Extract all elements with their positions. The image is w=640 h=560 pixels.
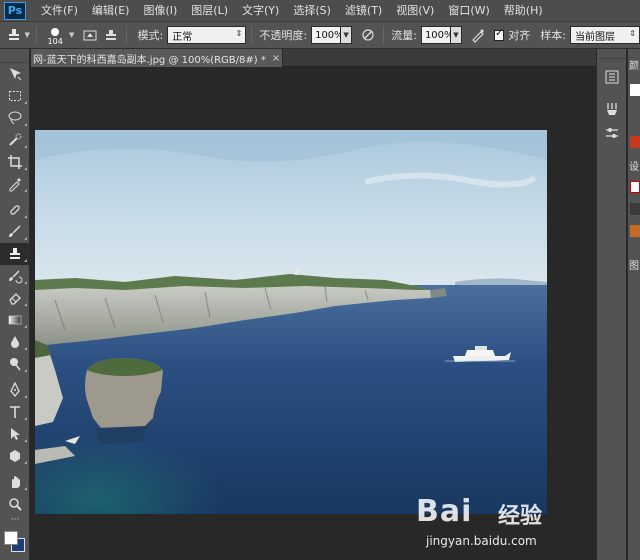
menu-image[interactable]: 图像(I) [136,0,184,22]
layers-panel-tab[interactable]: 图 [628,257,640,272]
menu-help[interactable]: 帮助(H) [497,0,550,22]
brush-size-picker[interactable]: 104 [42,24,68,46]
type-tool-icon[interactable] [0,401,30,423]
history-brush-tool-icon[interactable] [0,265,30,287]
mode-label: 模式: [137,29,164,42]
gradient-tool-icon[interactable] [0,309,30,331]
opacity-value: 100% [315,29,344,41]
baidu-jingyan-watermark: Bai 经验 jingyan.baidu.com [416,494,566,554]
mode-select[interactable]: 正常 ⇕ [167,26,247,44]
aligned-checkbox[interactable] [494,28,505,41]
document-tab-title: 网-蓝天下的科西嘉岛副本.jpg @ 100%(RGB/8#) * [33,54,266,66]
dodge-tool-icon[interactable] [0,353,30,375]
quick-selection-tool-icon[interactable] [0,129,30,151]
document-tab-bar: 网-蓝天下的科西嘉岛副本.jpg @ 100%(RGB/8#) * × [31,49,596,67]
flow-field[interactable]: 100% [420,26,454,44]
eraser-tool-icon[interactable] [0,287,30,309]
watermark-url: jingyan.baidu.com [426,534,537,548]
more-tools-icon[interactable]: ··· [0,515,30,525]
brush-dropdown-icon[interactable]: ▼ [69,31,74,39]
flow-value: 100% [424,29,454,41]
zoom-tool-icon[interactable] [0,493,30,515]
document-tab[interactable]: 网-蓝天下的科西嘉岛副本.jpg @ 100%(RGB/8#) * × [31,49,283,67]
shape-tool-icon[interactable] [0,445,30,467]
flow-slider-toggle-icon[interactable]: ▼ [450,26,462,44]
chevron-updown-icon: ⇕ [235,29,243,38]
brush-tool-icon[interactable] [0,221,30,243]
expanded-panel-dock-edge: 颜 设 图 [627,49,640,560]
photoshop-logo: Ps [4,1,26,20]
brush-size-value: 104 [47,37,63,46]
clone-source-panel-dock-icon[interactable] [597,121,627,145]
hand-tool-icon[interactable] [0,471,30,493]
separator [125,26,127,44]
menu-filter[interactable]: 滤镜(T) [338,0,389,22]
swatch-red[interactable] [630,136,640,148]
menu-view[interactable]: 视图(V) [389,0,441,22]
clone-stamp-preset-icon[interactable]: ▼ [4,25,31,45]
blur-tool-icon[interactable] [0,331,30,353]
swatch-orange[interactable] [630,225,640,237]
menu-file[interactable]: 文件(F) [34,0,85,22]
clone-source-panel-icon[interactable] [100,25,120,45]
opacity-slider-toggle-icon[interactable]: ▼ [341,26,353,44]
menu-layer[interactable]: 图层(L) [184,0,235,22]
brush-tip-icon [51,28,60,36]
separator [36,26,38,44]
menu-bar: Ps 文件(F) 编辑(E) 图像(I) 图层(L) 文字(Y) 选择(S) 滤… [0,0,640,22]
crop-tool-icon[interactable] [0,151,30,173]
swatch-white[interactable] [630,84,640,96]
flow-label: 流量: [391,29,417,42]
watermark-brand: Bai [416,494,473,529]
mode-value: 正常 [172,31,193,43]
menu-select[interactable]: 选择(S) [286,0,338,22]
separator [251,26,253,44]
close-tab-icon[interactable]: × [272,53,280,64]
color-swatches [0,529,30,559]
move-tool-icon[interactable] [0,63,30,85]
pen-tool-icon[interactable] [0,379,30,401]
menu-window[interactable]: 窗口(W) [441,0,496,22]
collapsed-panel-dock [596,49,626,560]
color-panel-tab[interactable]: 颜 [628,57,640,72]
adjustments-panel-tab[interactable]: 设 [628,158,640,173]
path-selection-tool-icon[interactable] [0,423,30,445]
aligned-label: 对齐 [508,29,531,42]
sample-value: 当前图层 [575,31,616,43]
history-panel-icon[interactable] [597,65,627,89]
chevron-updown-icon: ⇕ [629,29,636,38]
options-bar: ▼ 104 ▼ 模式: 正常 ⇕ 不透明度: 100% ▼ 流量: 100% ▼… [0,22,640,49]
foreground-color-swatch[interactable] [4,531,18,545]
healing-brush-tool-icon[interactable] [0,199,30,221]
document-area: 网-蓝天下的科西嘉岛副本.jpg @ 100%(RGB/8#) * × Bai … [31,49,596,560]
swatch-dark[interactable] [630,203,640,215]
eyedropper-tool-icon[interactable] [0,173,30,195]
sample-label: 样本: [540,29,567,42]
opacity-field[interactable]: 100% [311,26,344,44]
menu-type[interactable]: 文字(Y) [235,0,286,22]
toolbar-grip[interactable] [0,49,29,63]
watermark-brand-suffix: 经验 [498,504,543,529]
marquee-tool-icon[interactable] [0,85,30,107]
brush-panel-toggle-icon[interactable] [80,25,100,45]
lasso-tool-icon[interactable] [0,107,30,129]
brush-presets-panel-icon[interactable] [597,97,627,121]
photoshop-window: Ps 文件(F) 编辑(E) 图像(I) 图层(L) 文字(Y) 选择(S) 滤… [0,0,640,560]
tools-panel: ··· [0,49,30,560]
dock-grip[interactable] [597,49,626,59]
clone-stamp-tool-icon[interactable] [0,243,30,265]
image-canvas[interactable] [35,130,547,514]
pressure-opacity-icon[interactable] [358,25,378,45]
opacity-label: 不透明度: [259,29,308,42]
swatch-none[interactable] [630,181,640,193]
airbrush-icon[interactable] [468,25,488,45]
corsica-photo [35,130,547,514]
sample-select[interactable]: 当前图层 ⇕ [570,26,640,44]
separator [383,26,385,44]
menu-edit[interactable]: 编辑(E) [85,0,137,22]
